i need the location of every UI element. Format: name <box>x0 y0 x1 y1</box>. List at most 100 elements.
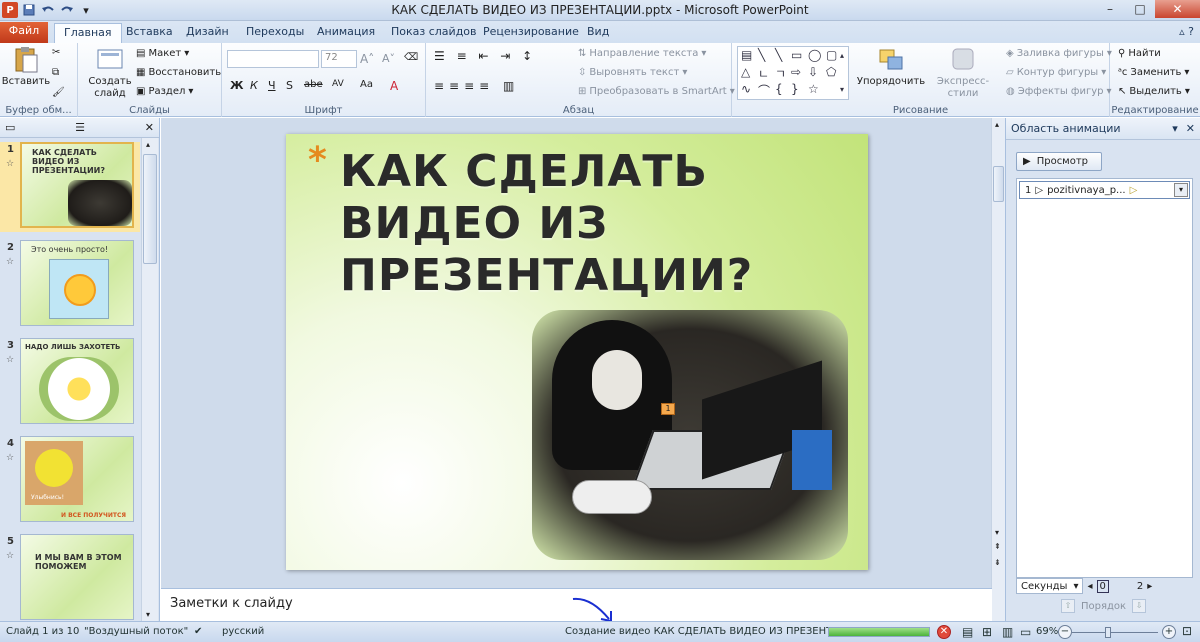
bold-button[interactable]: Ж <box>230 79 243 92</box>
tab-view[interactable]: Вид <box>578 23 618 43</box>
arc-shape-icon[interactable]: ⌒ <box>758 82 770 99</box>
shapes-gallery[interactable]: ▤ ╲ ╲ ▭ ◯ ▢ △ ㄴ ㄱ ⇨ ⇩ ⬠ ∿ ⌒ { } ☆ ▴ ▾ <box>737 46 849 100</box>
line-shape-icon[interactable]: ╲ <box>758 48 765 62</box>
tab-review[interactable]: Рецензирование <box>474 23 588 43</box>
move-down-icon[interactable]: ⇩ <box>1132 599 1147 613</box>
outline-tab-icon[interactable]: ☰ <box>75 121 85 134</box>
seconds-dropdown[interactable]: Секунды ▾ <box>1016 578 1084 594</box>
chevron-down-icon[interactable]: ▾ <box>1174 183 1188 197</box>
list-buttons[interactable]: ☰ ≡ ⇤ ⇥ ↕ <box>434 49 536 63</box>
cut-icon[interactable]: ✂ <box>52 47 60 58</box>
notes-pane[interactable]: Заметки к слайду <box>161 588 992 623</box>
smartart-button[interactable]: ⊞ Преобразовать в SmartArt ▾ <box>578 86 735 97</box>
align-text-button[interactable]: ⇳ Выровнять текст ▾ <box>578 67 687 78</box>
gallery-more-icon[interactable]: ▾ <box>840 85 844 94</box>
preview-button[interactable]: ▶ Просмотр <box>1016 152 1102 171</box>
curve-shape-icon[interactable]: ∿ <box>741 82 751 96</box>
change-case-button[interactable]: Aa <box>360 79 373 90</box>
pane-options-icon[interactable]: ▾ <box>1172 122 1178 135</box>
fit-to-window-icon[interactable]: ⊡ <box>1182 624 1192 638</box>
underline-button[interactable]: Ч <box>268 79 276 92</box>
timeline-left-icon[interactable]: ◂ <box>1087 581 1092 592</box>
rect-shape-icon[interactable]: ▭ <box>791 48 802 62</box>
normal-view-icon[interactable]: ▤ <box>962 625 973 639</box>
text-direction-button[interactable]: ⇅ Направление текста ▾ <box>578 48 706 59</box>
zoom-slider-knob[interactable] <box>1105 627 1111 638</box>
textbox-shape-icon[interactable]: ▤ <box>741 48 752 62</box>
font-size-field[interactable]: 72 <box>321 50 357 68</box>
oval-shape-icon[interactable]: ◯ <box>808 48 821 62</box>
tab-transitions[interactable]: Переходы <box>237 23 313 43</box>
italic-button[interactable]: К <box>250 79 258 92</box>
font-color-button[interactable]: A <box>390 79 398 93</box>
shape-outline-button[interactable]: ▱ Контур фигуры ▾ <box>1006 67 1106 78</box>
char-spacing-button[interactable]: AV <box>332 79 344 89</box>
reading-view-icon[interactable]: ▥ <box>1002 625 1013 639</box>
slide-thumbnail-3[interactable]: 3 ☆ НАДО ЛИШЬ ЗАХОТЕТЬ <box>0 338 140 428</box>
paste-button[interactable]: Вставить <box>2 46 50 88</box>
align-buttons[interactable]: ≡≡≡≡ ▥ <box>434 79 519 93</box>
layout-button[interactable]: ▤ Макет ▾ <box>136 48 189 59</box>
strikethrough-button[interactable]: abe <box>304 79 323 90</box>
star-shape-icon[interactable]: ☆ <box>808 82 819 96</box>
slide-title[interactable]: КАК СДЕЛАТЬ ВИДЕО ИЗ ПРЕЗЕНТАЦИИ? <box>340 146 840 302</box>
quick-styles-button[interactable]: Экспресс-стили <box>924 46 1002 100</box>
arrow-down-shape-icon[interactable]: ⇩ <box>808 65 818 79</box>
prev-slide-icon[interactable]: ⇞ <box>994 542 1001 551</box>
close-button[interactable]: ✕ <box>1155 0 1200 18</box>
tab-slideshow[interactable]: Показ слайдов <box>382 23 486 43</box>
maximize-button[interactable]: □ <box>1125 0 1155 18</box>
cat-laptop-photo[interactable] <box>532 310 848 560</box>
tab-insert[interactable]: Вставка <box>117 23 182 43</box>
rounded-rect-shape-icon[interactable]: ▢ <box>826 48 837 62</box>
copy-icon[interactable]: ⧉ <box>52 67 59 78</box>
gallery-scroll-icon[interactable]: ▴ <box>840 51 844 60</box>
tab-animation[interactable]: Анимация <box>308 23 384 43</box>
brace-shape-icon[interactable]: { <box>775 82 783 96</box>
font-name-field[interactable] <box>227 50 319 68</box>
connector2-shape-icon[interactable]: ㄱ <box>775 65 786 82</box>
slide-canvas[interactable]: * КАК СДЕЛАТЬ ВИДЕО ИЗ ПРЕЗЕНТАЦИИ? 1 <box>286 134 868 570</box>
scroll-down-icon[interactable]: ▾ <box>995 528 999 537</box>
zoom-in-icon[interactable]: + <box>1162 625 1176 639</box>
shadow-button[interactable]: S <box>286 79 293 92</box>
grow-font-icon[interactable]: A˄ <box>360 52 374 66</box>
language-indicator[interactable]: русский <box>222 626 264 637</box>
scroll-up-icon[interactable]: ▴ <box>146 140 150 149</box>
scroll-down-icon[interactable]: ▾ <box>146 610 150 619</box>
animation-item[interactable]: 1 ▷ pozitivnaya_p... ▷ ▾ <box>1019 181 1190 199</box>
replace-button[interactable]: ᵃc Заменить ▾ <box>1118 67 1189 78</box>
section-button[interactable]: ▣ Раздел ▾ <box>136 86 193 97</box>
select-button[interactable]: ↖ Выделить ▾ <box>1118 86 1190 97</box>
scrollbar-thumb[interactable] <box>993 166 1004 202</box>
triangle-shape-icon[interactable]: △ <box>741 65 750 79</box>
cancel-task-icon[interactable]: ✕ <box>937 625 951 639</box>
scrollbar-thumb[interactable] <box>143 154 157 264</box>
slideshow-view-icon[interactable]: ▭ <box>1020 625 1031 639</box>
move-up-icon[interactable]: ⇧ <box>1061 599 1075 613</box>
zoom-level[interactable]: 69% <box>1036 626 1058 637</box>
tab-design[interactable]: Дизайн <box>177 23 238 43</box>
reset-button[interactable]: ▦ Восстановить <box>136 67 221 78</box>
arrow-right-shape-icon[interactable]: ⇨ <box>791 65 801 79</box>
close-icon[interactable]: ✕ <box>145 121 154 134</box>
find-button[interactable]: ⚲ Найти <box>1118 48 1161 59</box>
slide-thumbnail-1[interactable]: 1 ☆ КАК СДЕЛАТЬ ВИДЕО ИЗ ПРЕЗЕНТАЦИИ? <box>0 142 140 232</box>
pentagon-shape-icon[interactable]: ⬠ <box>826 65 836 79</box>
next-slide-icon[interactable]: ⇟ <box>994 558 1001 567</box>
new-slide-button[interactable]: Создать слайд <box>84 46 136 100</box>
slide-thumbnail-4[interactable]: 4 ☆ Улыбнись! И ВСЕ ПОЛУЧИТСЯ <box>0 436 140 526</box>
help-icon[interactable]: ▵ ? <box>1179 25 1194 38</box>
slides-scrollbar[interactable]: ▴ ▾ <box>141 138 158 621</box>
timeline-right-icon[interactable]: ▸ <box>1147 581 1152 592</box>
format-painter-icon[interactable]: 🖌 <box>52 87 65 98</box>
slide-thumbnail-5[interactable]: 5 ☆ И МЫ ВАМ В ЭТОМ ПОМОЖЕМ <box>0 534 140 624</box>
slides-tab-icon[interactable]: ▭ <box>5 121 15 134</box>
editor-scrollbar[interactable]: ▴ ▾ ⇞ ⇟ <box>991 118 1005 621</box>
close-icon[interactable]: ✕ <box>1186 122 1195 135</box>
tab-file[interactable]: Файл <box>0 22 48 43</box>
shape-fill-button[interactable]: ◈ Заливка фигуры ▾ <box>1006 48 1112 59</box>
connector-shape-icon[interactable]: ㄴ <box>758 65 769 82</box>
brace2-shape-icon[interactable]: } <box>791 82 799 96</box>
tab-home[interactable]: Главная <box>54 23 122 43</box>
